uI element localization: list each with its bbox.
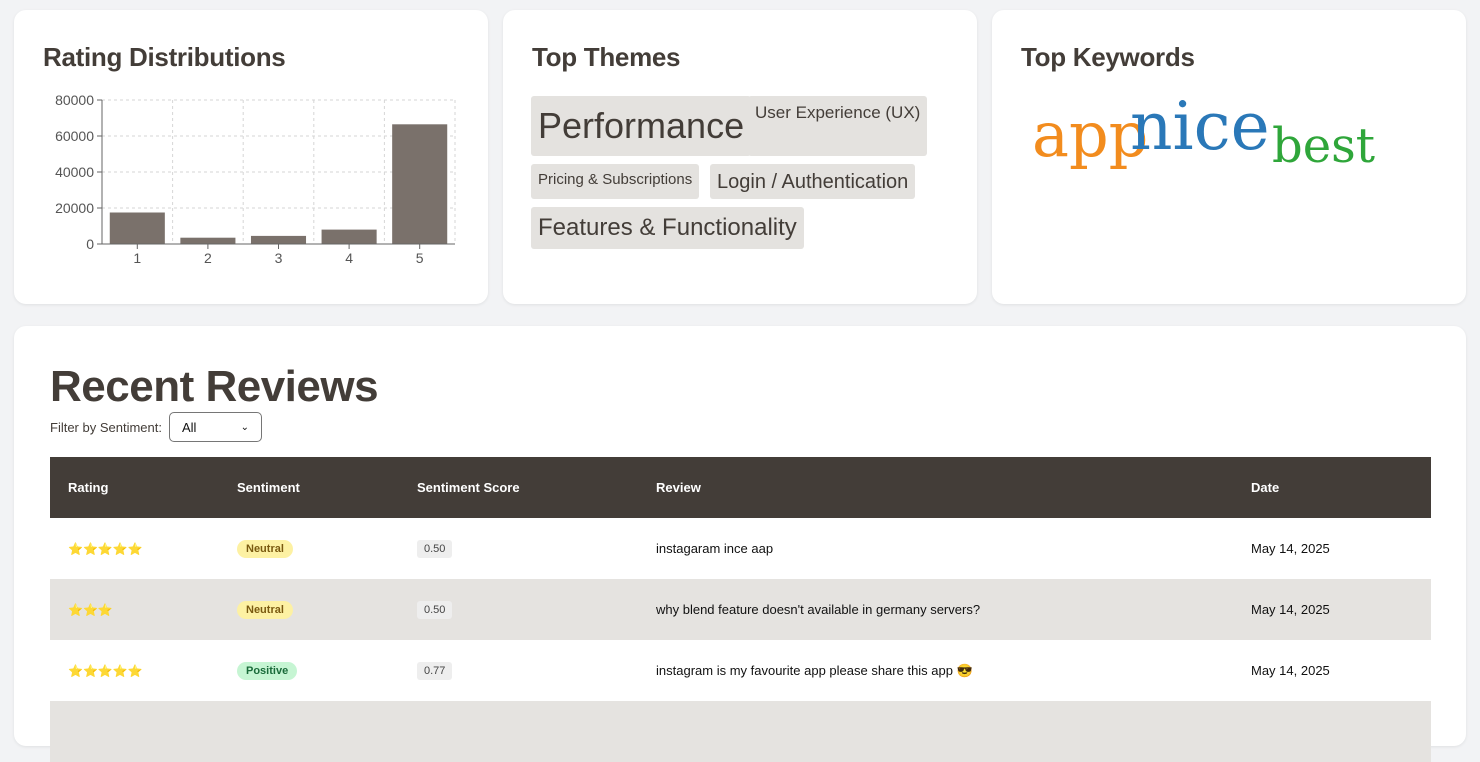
- y-tick-label: 80000: [55, 92, 94, 108]
- theme-chip-login[interactable]: Login / Authentication: [710, 164, 916, 199]
- sentiment-badge: Neutral: [237, 600, 293, 619]
- reviews-table-header: Rating Sentiment Sentiment Score Review …: [50, 457, 1431, 518]
- sentiment-filter: Filter by Sentiment: All ⌄: [50, 412, 262, 442]
- column-header-sentiment: Sentiment: [237, 480, 300, 495]
- y-tick-label: 0: [86, 236, 94, 252]
- column-header-sentiment-score: Sentiment Score: [417, 480, 520, 495]
- review-text: instagram is my favourite app please sha…: [656, 662, 973, 678]
- reviews-table: Rating Sentiment Sentiment Score Review …: [50, 457, 1431, 762]
- theme-chip-user-experience[interactable]: User Experience (UX): [748, 96, 928, 156]
- star-rating: ⭐⭐⭐⭐⭐: [68, 664, 143, 678]
- sentiment-badge: Positive: [237, 661, 298, 680]
- x-tick-label: 1: [133, 250, 141, 266]
- x-tick-label: 4: [345, 250, 353, 266]
- chart-bar-4: [321, 229, 377, 244]
- sentiment-score: 0.50: [417, 539, 453, 558]
- keyword-nice: nice: [1130, 88, 1270, 165]
- theme-chip-pricing[interactable]: Pricing & Subscriptions: [531, 164, 700, 199]
- x-tick-label: 2: [204, 250, 212, 266]
- sentiment-score: 0.77: [417, 661, 453, 680]
- sentiment-badge: Neutral: [237, 539, 293, 558]
- review-date: May 14, 2025: [1251, 663, 1330, 678]
- column-header-rating: Rating: [68, 480, 109, 495]
- top-keywords-card: Top Keywords app nice best: [992, 10, 1466, 304]
- y-tick-label: 40000: [55, 164, 94, 180]
- x-tick-label: 3: [275, 250, 283, 266]
- recent-reviews-card: Recent Reviews Filter by Sentiment: All …: [14, 326, 1466, 762]
- review-date: May 14, 2025: [1251, 602, 1330, 617]
- recent-reviews-title: Recent Reviews: [50, 362, 379, 411]
- theme-chip-performance[interactable]: Performance: [531, 96, 752, 156]
- review-text: why blend feature doesn't available in g…: [656, 602, 981, 617]
- chart-bar-1: [109, 212, 165, 244]
- keyword-best: best: [1272, 118, 1376, 174]
- column-header-date: Date: [1251, 480, 1280, 495]
- theme-chip-features[interactable]: Features & Functionality: [531, 207, 804, 249]
- sentiment-filter-select[interactable]: All ⌄: [169, 412, 262, 442]
- x-tick-label: 5: [416, 250, 424, 266]
- sentiment-score: 0.50: [417, 600, 453, 619]
- star-rating: ⭐⭐⭐⭐⭐: [68, 542, 143, 556]
- sentiment-filter-label: Filter by Sentiment:: [50, 419, 162, 435]
- rating-distribution-title: Rating Distributions: [43, 42, 286, 72]
- y-tick-label: 60000: [55, 128, 94, 144]
- top-keywords-title: Top Keywords: [1021, 42, 1195, 72]
- sentiment-filter-value: All: [182, 419, 197, 435]
- table-row: [50, 701, 1431, 762]
- table-row: ⭐⭐⭐⭐⭐ Neutral 0.50 instagaram ince aap M…: [50, 518, 1431, 579]
- review-text: instagaram ince aap: [656, 541, 774, 556]
- y-tick-label: 20000: [55, 200, 94, 216]
- column-header-review: Review: [656, 480, 701, 495]
- top-themes-title: Top Themes: [532, 42, 681, 72]
- table-row: ⭐⭐⭐⭐⭐ Positive 0.77 instagram is my favo…: [50, 640, 1431, 701]
- chart-bar-3: [250, 235, 307, 244]
- chart-bar-5: [392, 124, 448, 244]
- chevron-down-icon: ⌄: [240, 421, 249, 433]
- top-themes-card: Top Themes Performance User Experience (…: [503, 10, 977, 304]
- review-date: May 14, 2025: [1251, 541, 1330, 556]
- chart-bar-2: [180, 237, 236, 244]
- rating-distribution-card: 0 20000 40000 60000 80000 1 2 3 4 5 Rating Distri…: [14, 10, 488, 304]
- star-rating: ⭐⭐⭐: [68, 603, 113, 617]
- table-row: ⭐⭐⭐ Neutral 0.50 why blend feature doesn…: [50, 579, 1431, 640]
